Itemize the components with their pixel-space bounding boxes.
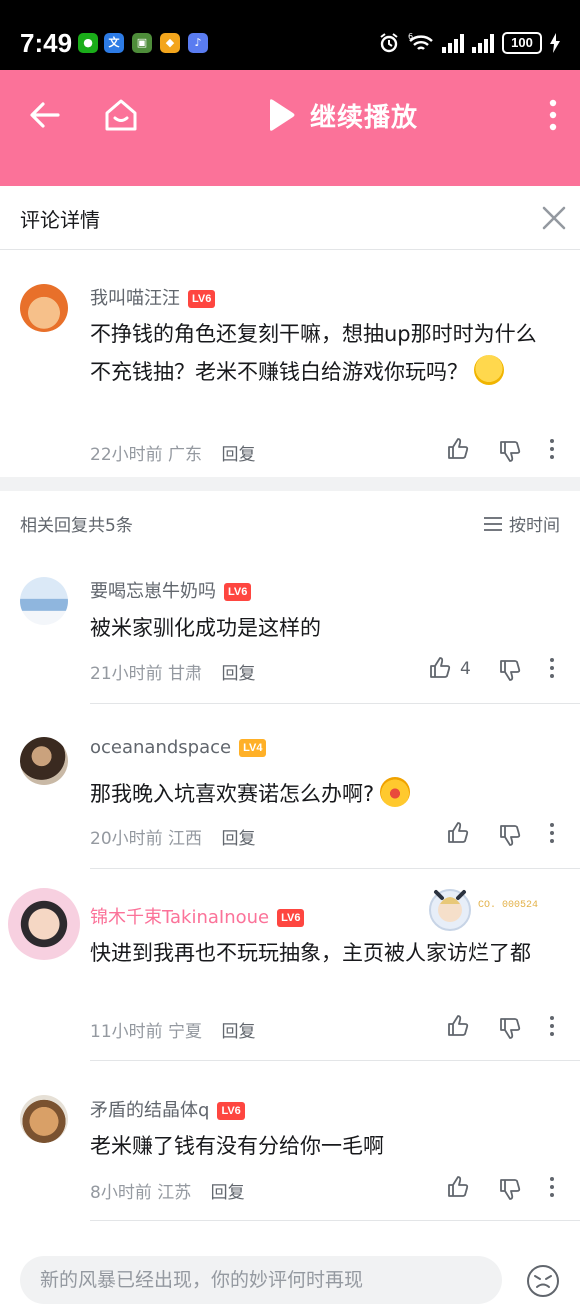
translate-icon: 文 [104,33,124,53]
reply-text: 被米家驯化成功是这样的 [90,616,321,640]
reply-button[interactable]: 回复 [221,445,255,465]
thumbs-up-icon[interactable] [446,1014,470,1038]
more-icon[interactable] [540,437,564,461]
svg-text:CO. 000524: CO. 000524 [478,900,538,911]
continue-play-button[interactable]: 继续播放 [266,94,418,136]
comment-time: 22小时前 [90,445,163,465]
reply-time: 20小时前 [90,829,163,849]
reply-time: 8小时前 [90,1183,152,1203]
svg-text:6: 6 [408,32,413,41]
signal-icon [442,33,464,53]
comment-username[interactable]: 我叫喵汪汪 LV6 [90,284,216,310]
level-badge: LV6 [188,290,216,308]
divider [90,1060,580,1061]
battery-indicator: 100 [502,32,542,54]
thumbs-up-icon[interactable] [428,656,452,680]
comment-detail-title: 评论详情 [20,208,100,232]
comment-input-bar: 新的风暴已经出现，你的妙评何时再现 [0,1240,580,1315]
replies-header: 相关回复共5条 按时间 [0,491,580,551]
comment-input[interactable]: 新的风暴已经出现，你的妙评何时再现 [20,1256,502,1304]
reply-username[interactable]: oceanandspace LV4 [90,737,267,758]
reply-location: 江苏 [157,1183,192,1203]
reply-time: 21小时前 [90,664,163,684]
reply-username[interactable]: 矛盾的结晶体q LV6 [90,1096,245,1122]
reply-text: 老米赚了钱有没有分给你一毛啊 [90,1134,384,1158]
home-icon[interactable] [102,96,140,134]
fan-badge[interactable]: CO. 000524 [428,884,558,936]
back-arrow-icon[interactable] [28,98,62,132]
comment-text: 不挣钱的角色还复刻干嘛，想抽up那时时为什么不充钱抽？老米不赚钱白给游戏你玩吗？ [90,322,537,385]
more-icon[interactable] [540,1014,564,1038]
close-icon[interactable] [540,204,568,232]
reply-username[interactable]: 要喝忘崽牛奶吗 LV6 [90,577,252,603]
status-time: 7:49 [20,28,73,58]
avatar[interactable] [8,888,80,960]
reply-location: 江西 [168,829,203,849]
emoji-icon[interactable] [526,1264,560,1298]
comment-detail-header: 评论详情 [0,186,580,250]
charging-icon [550,33,560,53]
avatar[interactable] [20,577,68,625]
divider [90,703,580,704]
reply-text: 那我晚入坑喜欢赛诺怎么办啊? [90,775,550,813]
comment-meta: 22小时前 广东 回复 [90,440,255,465]
thumbs-down-icon[interactable] [498,1016,522,1040]
shield-app-icon: ◆ [160,33,180,53]
reply-count: 相关回复共5条 [20,516,133,536]
continue-play-label: 继续播放 [310,102,419,133]
reply-button[interactable]: 回复 [221,664,255,684]
thumbs-down-icon[interactable] [498,1177,522,1201]
thumbs-up-icon[interactable] [446,1175,470,1199]
reply-button[interactable]: 回复 [221,829,255,849]
reply-location: 甘肃 [168,664,203,684]
reply-username[interactable]: 锦木千束TakinaInoue LV6 [90,903,305,929]
thumbs-down-icon[interactable] [498,823,522,847]
video-header-bar: 继续播放 [0,70,580,186]
more-icon[interactable] [540,821,564,845]
alarm-icon [380,33,398,53]
crying-emoji-icon [380,777,411,807]
reply-meta: 20小时前 江西 回复 [90,824,255,849]
divider [90,1220,580,1221]
signal-icon-2 [472,33,494,53]
play-icon [270,99,295,131]
reply-meta: 8小时前 江苏 回复 [90,1178,245,1203]
thumbs-up-icon[interactable] [446,821,470,845]
wechat-icon: ● [78,33,98,53]
level-badge: LV6 [217,1102,245,1120]
status-bar: 7:49 ● 文 ▣ ◆ ♪ 6 100 [0,0,580,70]
game-app-icon: ▣ [132,33,152,53]
section-gap [0,477,580,491]
level-badge: LV6 [224,583,252,601]
more-icon[interactable] [540,656,564,680]
reply-button[interactable]: 回复 [221,1022,255,1042]
reply-meta: 11小时前 宁夏 回复 [90,1017,255,1042]
level-badge: LV6 [277,909,305,927]
reply-button[interactable]: 回复 [211,1183,245,1203]
reply-time: 11小时前 [90,1022,163,1042]
thumbs-down-icon[interactable] [498,439,522,463]
reply-meta: 21小时前 甘肃 回复 [90,659,255,684]
reply-text: 快进到我再也不玩玩抽象，主页被人家访烂了都 [90,941,531,965]
avatar[interactable] [20,284,68,332]
like-count: 4 [460,659,471,679]
thumbs-up-icon[interactable] [446,437,470,461]
avatar[interactable] [20,737,68,785]
thumbs-down-icon[interactable] [498,658,522,682]
sort-list-icon [484,516,502,531]
reply-location: 宁夏 [168,1022,203,1042]
more-icon[interactable] [540,1175,564,1199]
music-app-icon: ♪ [188,33,208,53]
comment-location: 广东 [168,445,203,465]
more-options-icon[interactable] [548,98,558,132]
sort-by-time-button[interactable]: 按时间 [483,511,560,536]
divider [90,868,580,869]
sort-label: 按时间 [509,516,560,536]
wifi-icon: 6 [408,32,433,50]
laughing-emoji-icon [474,355,504,385]
username-text: 我叫喵汪汪 [90,288,180,309]
level-badge: LV4 [239,739,267,757]
avatar[interactable] [20,1095,68,1143]
